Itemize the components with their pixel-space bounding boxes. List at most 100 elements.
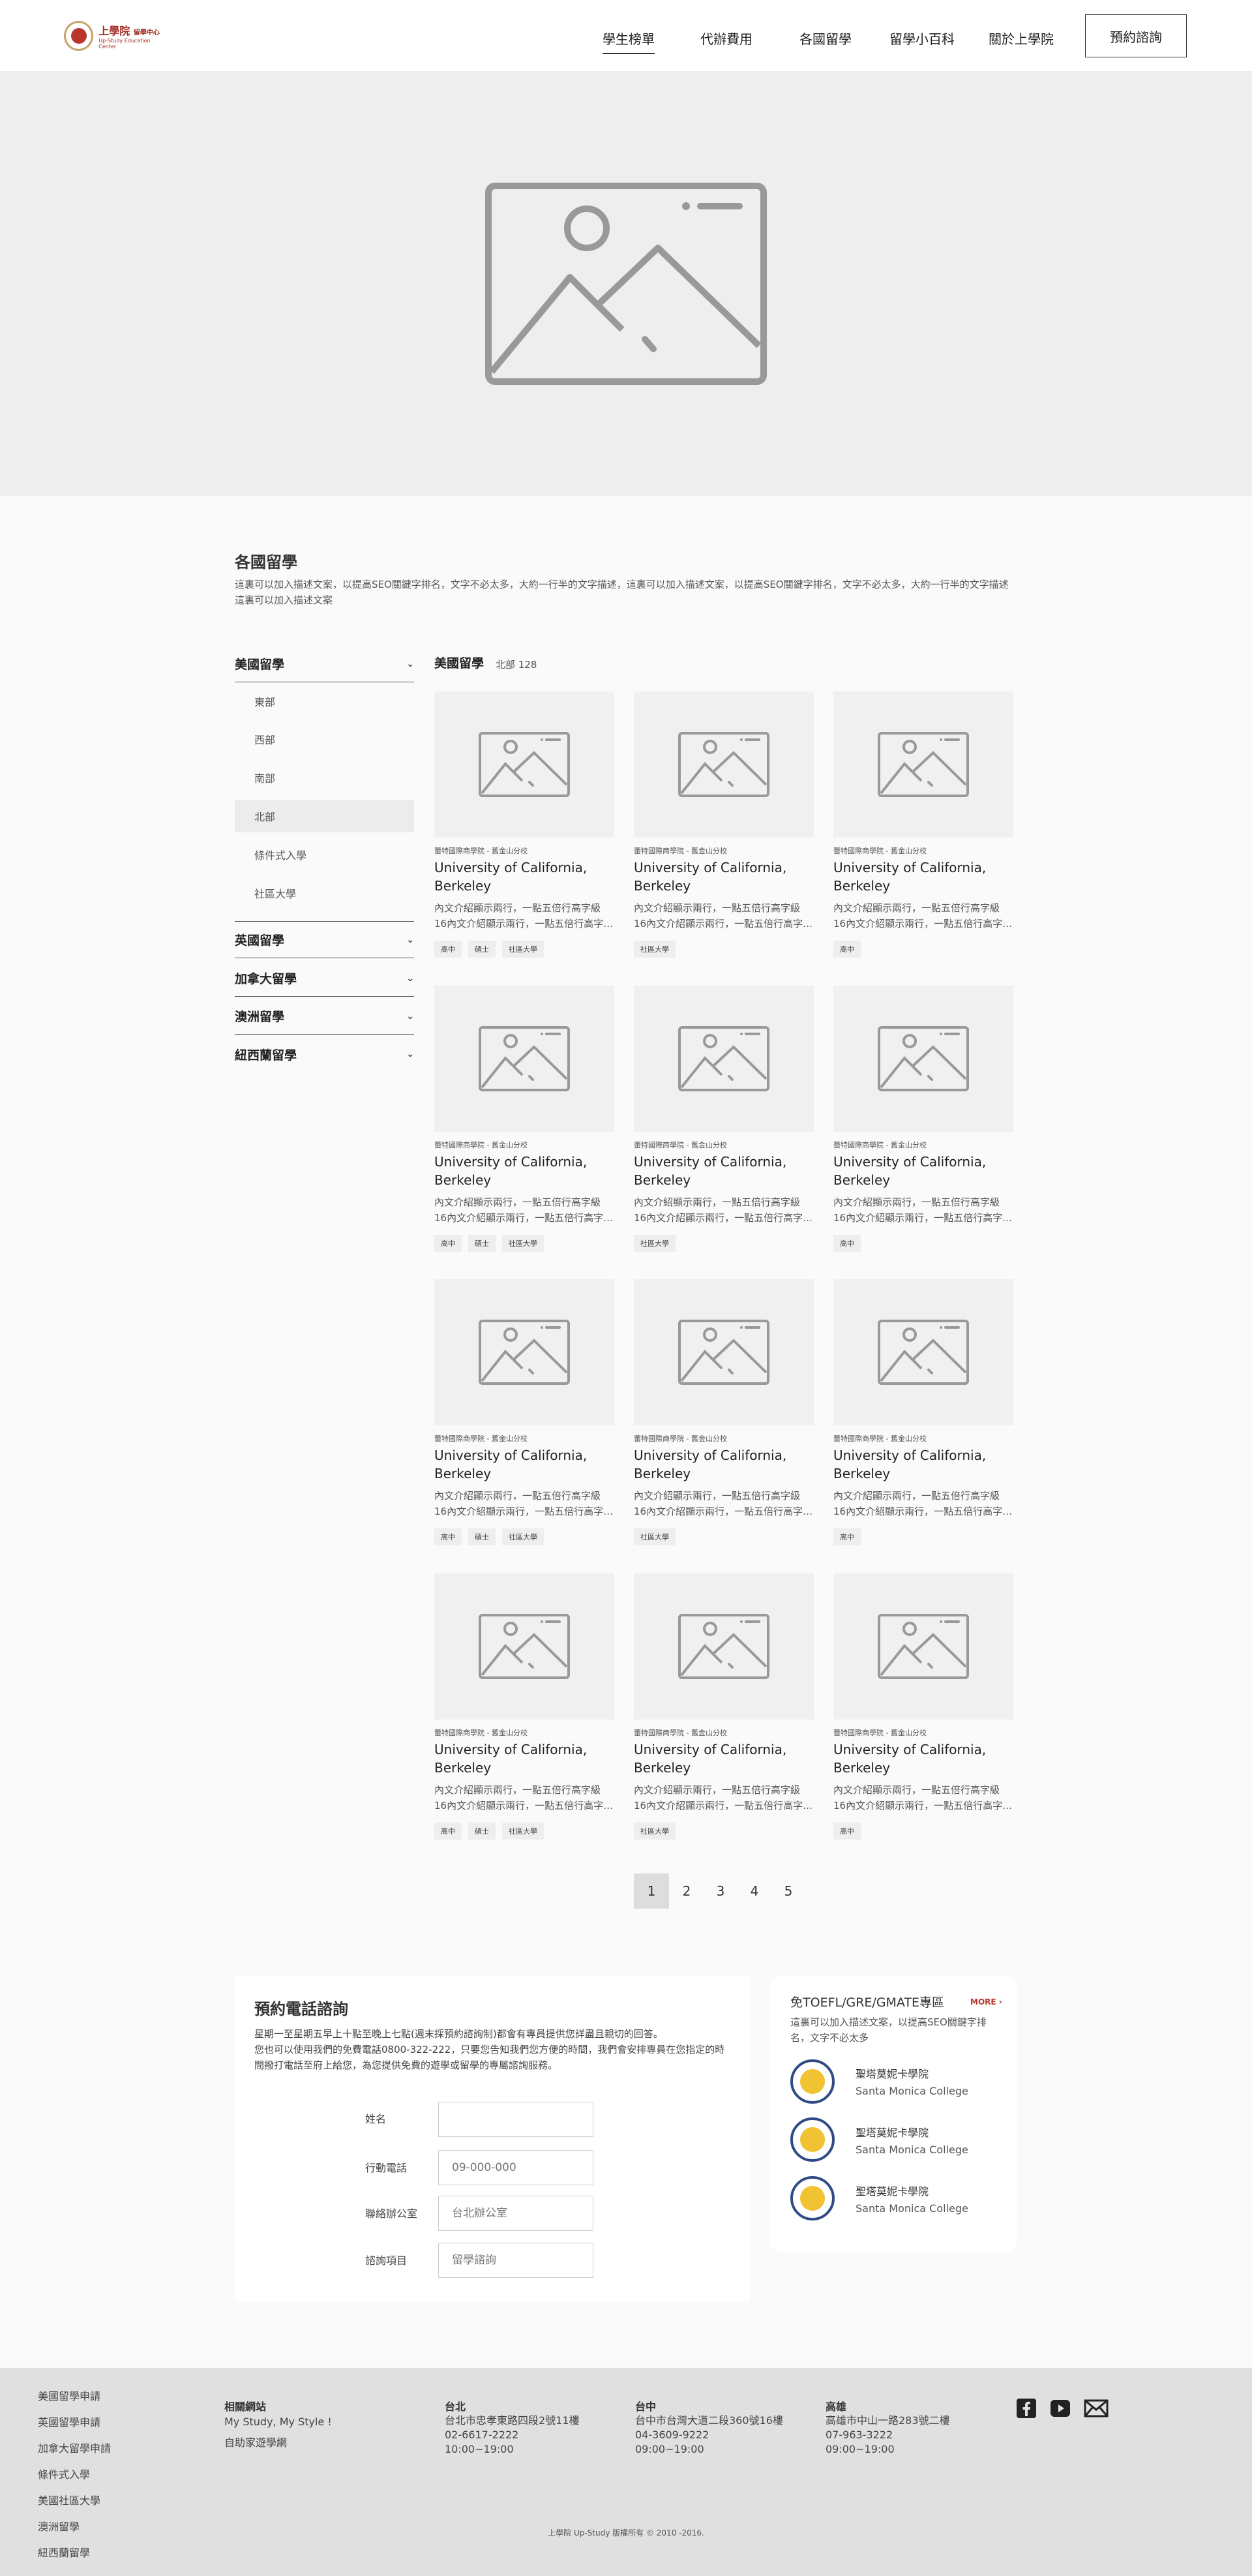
- card-tag[interactable]: 高中: [434, 941, 462, 958]
- sidebar-item-west[interactable]: 西部: [235, 723, 414, 755]
- card-tag[interactable]: 高中: [833, 1235, 861, 1252]
- school-name[interactable]: 聖塔莫妮卡學院: [856, 2065, 929, 2081]
- school-logo-icon[interactable]: [790, 2117, 835, 2162]
- card-tag[interactable]: 高中: [833, 1528, 861, 1545]
- card-image-placeholder-icon[interactable]: [833, 986, 1013, 1132]
- card-image-placeholder-icon[interactable]: [634, 1279, 814, 1425]
- page-4[interactable]: 4: [737, 1873, 772, 1909]
- sidebar-item-community[interactable]: 社區大學: [235, 877, 414, 909]
- card-school-name[interactable]: University of California, Berkeley: [434, 1153, 614, 1189]
- card-tag[interactable]: 社區大學: [634, 1823, 676, 1840]
- footer-link[interactable]: 美國社區大學: [38, 2492, 100, 2508]
- footer-link[interactable]: 美國留學申請: [38, 2387, 100, 2403]
- school-logo-icon[interactable]: [790, 2176, 835, 2220]
- card-image-placeholder-icon[interactable]: [833, 1573, 1013, 1720]
- school-name[interactable]: 聖塔莫妮卡學院: [856, 2124, 929, 2140]
- card-tag[interactable]: 社區大學: [502, 1235, 544, 1252]
- phone-field[interactable]: [438, 2150, 593, 2185]
- facebook-icon[interactable]: [1016, 2398, 1037, 2419]
- school-card[interactable]: 蕾特國際商學院 - 舊金山分校 University of California,…: [634, 1279, 814, 1545]
- nav-about[interactable]: 關於上學院: [989, 29, 1054, 48]
- sidebar-item-south[interactable]: 南部: [235, 761, 414, 794]
- youtube-icon[interactable]: [1050, 2398, 1071, 2419]
- card-image-placeholder-icon[interactable]: [634, 986, 814, 1132]
- related-site-link[interactable]: 自助家遊學網: [224, 2436, 287, 2450]
- mail-icon[interactable]: [1084, 2398, 1109, 2419]
- card-image-placeholder-icon[interactable]: [434, 691, 614, 838]
- school-card[interactable]: 蕾特國際商學院 - 舊金山分校 University of California,…: [434, 1279, 614, 1545]
- card-image-placeholder-icon[interactable]: [833, 691, 1013, 838]
- card-tag[interactable]: 高中: [434, 1823, 462, 1840]
- school-card[interactable]: 蕾特國際商學院 - 舊金山分校 University of California,…: [634, 1573, 814, 1840]
- card-school-name[interactable]: University of California, Berkeley: [833, 1153, 1013, 1189]
- related-site-link[interactable]: My Study, My Style !: [224, 2415, 332, 2429]
- school-card[interactable]: 蕾特國際商學院 - 舊金山分校 University of California,…: [434, 691, 614, 958]
- card-tag[interactable]: 高中: [833, 941, 861, 958]
- sidebar-item-north[interactable]: 北部: [235, 800, 414, 832]
- school-card[interactable]: 蕾特國際商學院 - 舊金山分校 University of California,…: [833, 691, 1013, 958]
- more-link[interactable]: MORE ›: [970, 1997, 1002, 2007]
- card-tag[interactable]: 碩士: [468, 1235, 496, 1252]
- school-card[interactable]: 蕾特國際商學院 - 舊金山分校 University of California,…: [434, 1573, 614, 1840]
- nav-student-list[interactable]: 學生榜單: [603, 29, 655, 54]
- card-tag[interactable]: 社區大學: [502, 941, 544, 958]
- card-school-name[interactable]: University of California, Berkeley: [833, 1446, 1013, 1483]
- sidebar-group-usa[interactable]: 美國留學 ⌄: [235, 646, 414, 682]
- card-tag[interactable]: 社區大學: [634, 1528, 676, 1545]
- sidebar-group-newzealand[interactable]: 紐西蘭留學 ⌄: [235, 1036, 414, 1072]
- card-school-name[interactable]: University of California, Berkeley: [634, 858, 814, 895]
- page-2[interactable]: 2: [669, 1873, 704, 1909]
- office-field[interactable]: [438, 2196, 593, 2231]
- school-card[interactable]: 蕾特國際商學院 - 舊金山分校 University of California,…: [634, 986, 814, 1252]
- card-school-name[interactable]: University of California, Berkeley: [833, 1740, 1013, 1777]
- card-school-name[interactable]: University of California, Berkeley: [634, 1740, 814, 1777]
- footer-link[interactable]: 紐西蘭留學: [38, 2544, 90, 2560]
- book-consultation-button[interactable]: 預約諮詢: [1085, 14, 1187, 57]
- card-image-placeholder-icon[interactable]: [833, 1279, 1013, 1425]
- card-image-placeholder-icon[interactable]: [434, 986, 614, 1132]
- nav-study-abroad[interactable]: 各國留學: [799, 29, 852, 48]
- card-tag[interactable]: 高中: [434, 1528, 462, 1545]
- card-tag[interactable]: 碩士: [468, 1528, 496, 1545]
- card-tag[interactable]: 社區大學: [502, 1823, 544, 1840]
- card-image-placeholder-icon[interactable]: [434, 1573, 614, 1720]
- school-name[interactable]: 聖塔莫妮卡學院: [856, 2183, 929, 2198]
- card-tag[interactable]: 碩士: [468, 1823, 496, 1840]
- school-card[interactable]: 蕾特國際商學院 - 舊金山分校 University of California,…: [833, 1279, 1013, 1545]
- card-school-name[interactable]: University of California, Berkeley: [434, 1446, 614, 1483]
- sidebar-item-conditional[interactable]: 條件式入學: [235, 838, 414, 871]
- card-image-placeholder-icon[interactable]: [634, 691, 814, 838]
- page-3[interactable]: 3: [703, 1873, 738, 1909]
- sidebar-group-canada[interactable]: 加拿大留學 ⌄: [235, 960, 414, 997]
- card-image-placeholder-icon[interactable]: [434, 1279, 614, 1425]
- card-school-name[interactable]: University of California, Berkeley: [434, 1740, 614, 1777]
- nav-agency-fees[interactable]: 代辦費用: [700, 29, 753, 48]
- page-5[interactable]: 5: [771, 1873, 806, 1909]
- card-tag[interactable]: 高中: [833, 1823, 861, 1840]
- sidebar-group-australia[interactable]: 澳洲留學 ⌄: [235, 998, 414, 1035]
- footer-link[interactable]: 加拿大留學申請: [38, 2440, 111, 2455]
- card-school-name[interactable]: University of California, Berkeley: [434, 858, 614, 895]
- school-card[interactable]: 蕾特國際商學院 - 舊金山分校 University of California,…: [833, 986, 1013, 1252]
- footer-link[interactable]: 條件式入學: [38, 2466, 90, 2481]
- card-tag[interactable]: 社區大學: [634, 941, 676, 958]
- card-tag[interactable]: 高中: [434, 1235, 462, 1252]
- footer-link[interactable]: 英國留學申請: [38, 2414, 100, 2429]
- school-logo-icon[interactable]: [790, 2059, 835, 2104]
- name-field[interactable]: [438, 2102, 593, 2137]
- school-card[interactable]: 蕾特國際商學院 - 舊金山分校 University of California,…: [434, 986, 614, 1252]
- sidebar-group-uk[interactable]: 英國留學 ⌄: [235, 922, 414, 958]
- topic-field[interactable]: [438, 2243, 593, 2278]
- site-logo[interactable]: 上學院 留學中心 Up-Study Education Center: [64, 20, 168, 52]
- card-tag[interactable]: 社區大學: [502, 1528, 544, 1545]
- sidebar-item-east[interactable]: 東部: [235, 685, 414, 718]
- card-school-name[interactable]: University of California, Berkeley: [833, 858, 1013, 895]
- card-tag[interactable]: 碩士: [468, 941, 496, 958]
- school-card[interactable]: 蕾特國際商學院 - 舊金山分校 University of California,…: [634, 691, 814, 958]
- nav-encyclopedia[interactable]: 留學小百科: [889, 29, 955, 48]
- card-school-name[interactable]: University of California, Berkeley: [634, 1446, 814, 1483]
- page-1[interactable]: 1: [634, 1873, 669, 1909]
- card-tag[interactable]: 社區大學: [634, 1235, 676, 1252]
- card-school-name[interactable]: University of California, Berkeley: [634, 1153, 814, 1189]
- school-card[interactable]: 蕾特國際商學院 - 舊金山分校 University of California,…: [833, 1573, 1013, 1840]
